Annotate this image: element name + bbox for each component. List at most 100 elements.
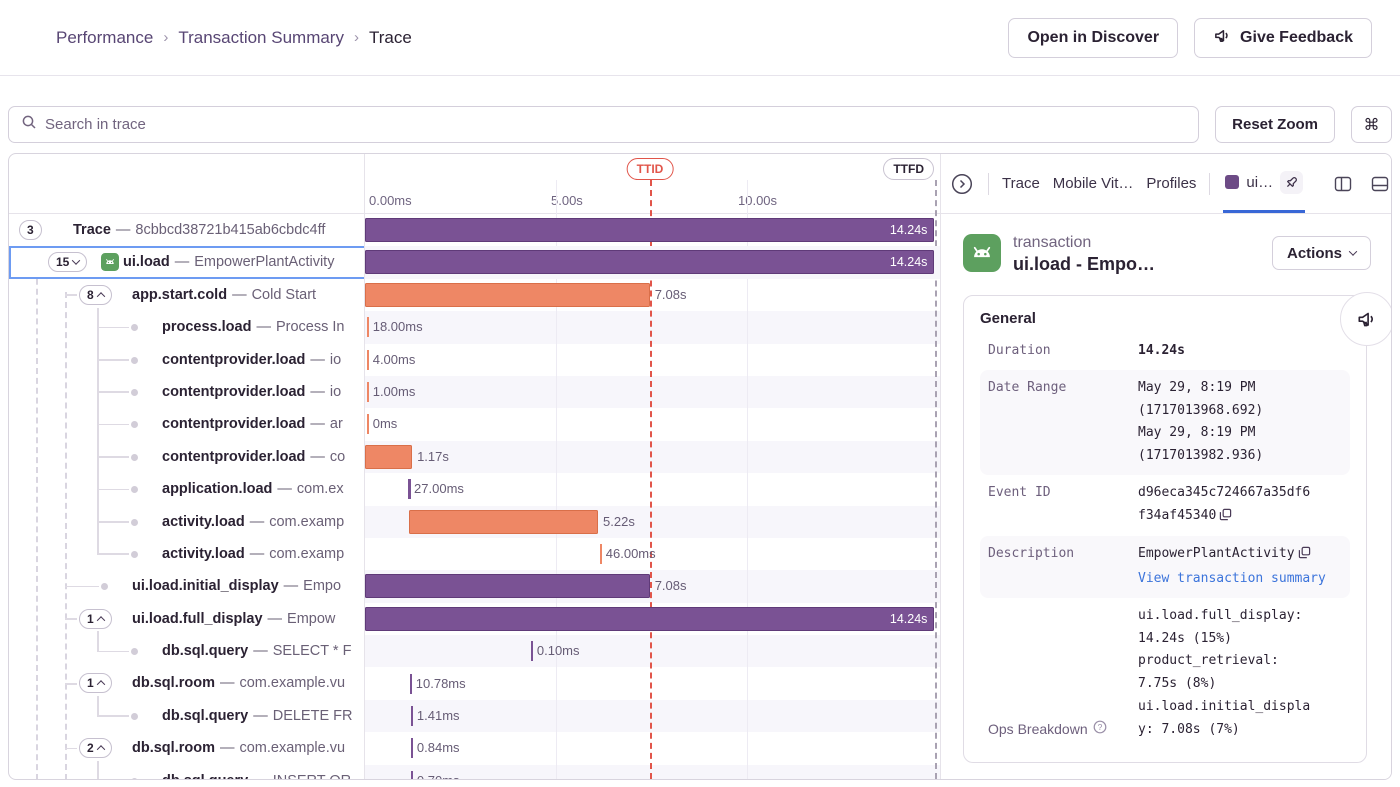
span-row[interactable]: 2db.sql.room—com.example.vu	[9, 732, 940, 764]
span-duration-tick[interactable]	[411, 771, 414, 780]
span-tree-cell[interactable]: db.sql.query—SELECT * F	[9, 635, 365, 667]
span-duration-tick[interactable]	[411, 706, 414, 726]
kv-value-line: f34af45340	[1138, 505, 1328, 530]
give-feedback-button[interactable]: Give Feedback	[1194, 18, 1372, 58]
span-row[interactable]: contentprovider.load—ar	[9, 408, 940, 440]
view-transaction-summary-link[interactable]: View transaction summary	[1138, 568, 1328, 591]
span-label: ui.load.full_display—Empow	[132, 603, 335, 635]
span-duration-bar[interactable]	[365, 574, 650, 598]
span-duration-tick[interactable]	[531, 641, 534, 661]
expand-panel-button[interactable]	[949, 171, 975, 197]
feedback-float-button[interactable]	[1340, 292, 1391, 346]
tree-guide-stub	[97, 489, 129, 491]
span-waterfall-cell[interactable]	[365, 441, 940, 473]
span-tree-cell[interactable]: contentprovider.load—io	[9, 344, 365, 376]
span-row[interactable]: db.sql.query—DELETE FR	[9, 700, 940, 732]
help-icon[interactable]: ?	[1093, 717, 1107, 742]
span-waterfall-cell[interactable]	[365, 376, 940, 408]
span-row[interactable]: 1db.sql.room—com.example.vu	[9, 667, 940, 699]
span-waterfall-cell[interactable]	[365, 344, 940, 376]
span-duration-bar[interactable]: 14.24s	[365, 218, 934, 242]
details-panel: TraceMobile Vit…Profilesui… transaction …	[940, 154, 1391, 779]
span-waterfall-cell[interactable]	[365, 311, 940, 343]
sentry-trace-page: Performance›Transaction Summary›Trace Op…	[0, 0, 1400, 780]
span-duration-tick[interactable]	[367, 317, 370, 337]
span-count-badge[interactable]: 1	[79, 609, 112, 629]
tab-active-span[interactable]: ui…	[1223, 154, 1305, 213]
span-waterfall-cell[interactable]	[365, 408, 940, 440]
details-tabs: Trace Mobile Vit… Profiles ui…	[941, 154, 1391, 214]
actions-button[interactable]: Actions	[1272, 236, 1371, 270]
span-tree-cell[interactable]: contentprovider.load—ar	[9, 408, 365, 440]
span-duration-tick[interactable]	[411, 738, 414, 758]
timeline-axis: 0.00ms5.00s10.00sTTIDTTFD	[365, 154, 940, 213]
span-tree-cell[interactable]: 3Trace—8cbbcd38721b415ab6cbdc4ff	[9, 214, 365, 246]
span-count-badge[interactable]: 8	[79, 285, 112, 305]
span-tree-cell[interactable]: contentprovider.load—co	[9, 441, 365, 473]
search-input[interactable]	[45, 116, 1186, 133]
span-tree-cell[interactable]: db.sql.query—DELETE FR	[9, 700, 365, 732]
command-shortcut-button[interactable]: ⌘	[1351, 106, 1392, 143]
kv-value: May 29, 8:19 PM(1717013968.692)May 29, 8…	[1138, 377, 1328, 468]
trace-view: 0.00ms5.00s10.00sTTIDTTFD 3Trace—8cbbcd3…	[8, 153, 1392, 780]
span-duration-tick[interactable]	[367, 350, 370, 370]
span-tree-cell[interactable]: ui.load.initial_display—Empo	[9, 570, 365, 602]
tab-active-label[interactable]: ui…	[1246, 174, 1273, 191]
span-tree-cell[interactable]: activity.load—com.examp	[9, 538, 365, 570]
span-duration-tick[interactable]	[410, 674, 413, 694]
open-in-discover-button[interactable]: Open in Discover	[1008, 18, 1178, 58]
breadcrumb-item[interactable]: Transaction Summary	[178, 28, 344, 48]
span-duration-tick[interactable]	[408, 479, 411, 499]
span-count-badge[interactable]: 2	[79, 738, 112, 758]
tree-guide-line	[97, 761, 99, 780]
span-row[interactable]: contentprovider.load—io	[9, 376, 940, 408]
span-tree-cell[interactable]: process.load—Process In	[9, 311, 365, 343]
reset-zoom-button[interactable]: Reset Zoom	[1215, 106, 1335, 143]
span-tree-cell[interactable]: 8 app.start.cold—Cold Start	[9, 279, 365, 311]
span-tree-cell[interactable]: 2db.sql.room—com.example.vu	[9, 732, 365, 764]
span-duration-tick[interactable]	[600, 544, 603, 564]
span-tree-cell[interactable]: application.load—com.ex	[9, 473, 365, 505]
span-row[interactable]: process.load—Process In	[9, 311, 940, 343]
span-tree-cell[interactable]: 1db.sql.room—com.example.vu	[9, 667, 365, 699]
tab-mobile-vit-[interactable]: Mobile Vit…	[1053, 175, 1134, 192]
span-row[interactable]: activity.load—com.examp	[9, 538, 940, 570]
layout-bottom-button[interactable]	[1368, 172, 1391, 196]
pin-tab-button[interactable]	[1280, 171, 1303, 194]
tab-trace[interactable]: Trace	[1002, 175, 1040, 192]
layout-left-button[interactable]	[1331, 172, 1355, 196]
span-duration-bar[interactable]: 14.24s	[365, 607, 934, 631]
general-card: General Duration14.24sDate RangeMay 29, …	[963, 295, 1367, 763]
span-row[interactable]: db.sql.query—INSERT OR	[9, 765, 940, 780]
span-bullet	[131, 454, 138, 461]
span-tree-cell[interactable]: 15ui.load—EmpowerPlantActivity	[9, 246, 365, 278]
span-tree-cell[interactable]: activity.load—com.examp	[9, 506, 365, 538]
copy-icon[interactable]	[1298, 545, 1311, 568]
span-duration-bar[interactable]	[365, 283, 650, 307]
span-tree-cell[interactable]: 1 ui.load.full_display—Empow	[9, 603, 365, 635]
span-row[interactable]: contentprovider.load—io	[9, 344, 940, 376]
span-count-badge[interactable]: 3	[19, 220, 42, 240]
span-duration-bar[interactable]: 14.24s	[365, 250, 934, 274]
kv-value-line: (1717013982.936)	[1138, 445, 1328, 468]
tab-profiles[interactable]: Profiles	[1146, 175, 1196, 192]
span-row[interactable]: db.sql.query—SELECT * F	[9, 635, 940, 667]
span-duration-tick[interactable]	[367, 414, 370, 434]
kv-row: Date RangeMay 29, 8:19 PM(1717013968.692…	[980, 370, 1350, 475]
span-label: db.sql.query—SELECT * F	[162, 635, 351, 667]
span-row[interactable]: contentprovider.load—co	[9, 441, 940, 473]
span-row[interactable]: application.load—com.ex	[9, 473, 940, 505]
kv-value-line: ui.load.full_display:	[1138, 605, 1328, 628]
span-tree-cell[interactable]: db.sql.query—INSERT OR	[9, 765, 365, 780]
span-count-badge[interactable]: 1	[79, 673, 112, 693]
span-tree-cell[interactable]: contentprovider.load—io	[9, 376, 365, 408]
span-waterfall-cell[interactable]	[365, 635, 940, 667]
span-count-badge[interactable]: 15	[48, 252, 87, 272]
span-duration-bar[interactable]	[409, 510, 598, 534]
span-duration-bar[interactable]	[365, 445, 412, 469]
copy-icon[interactable]	[1219, 507, 1232, 530]
breadcrumb-item[interactable]: Performance	[56, 28, 153, 48]
span-label: app.start.cold—Cold Start	[132, 279, 316, 311]
span-duration-tick[interactable]	[367, 382, 370, 402]
trace-search[interactable]	[8, 106, 1199, 143]
